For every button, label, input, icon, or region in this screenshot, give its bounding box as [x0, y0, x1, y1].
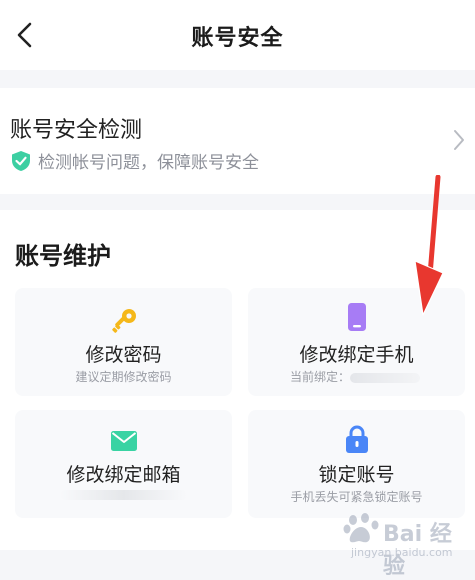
mail-icon — [110, 431, 137, 451]
page-title: 账号安全 — [191, 26, 284, 51]
masked-phone-number — [350, 372, 421, 383]
tile-subtitle: 手机丢失可紧急锁定账号 — [290, 490, 423, 504]
chevron-right-icon — [454, 130, 464, 150]
watermark: Bai 经验 jingyan.baidu.com — [343, 512, 463, 579]
lock-account-tile[interactable]: 锁定账号 手机丢失可紧急锁定账号 — [248, 410, 465, 518]
tile-label: 锁定账号 — [318, 464, 395, 486]
key-icon — [111, 309, 136, 333]
security-check-title: 账号安全检测 — [10, 118, 143, 143]
paw-logo-icon — [343, 513, 379, 543]
tile-subtitle-placeholder — [60, 490, 187, 500]
top-bar: 账号安全 — [0, 0, 475, 70]
tile-subtitle-row: 当前绑定： — [248, 368, 465, 385]
phone-icon — [347, 303, 366, 331]
tile-label: 修改绑定手机 — [299, 344, 414, 366]
tile-label: 修改绑定邮箱 — [66, 464, 181, 486]
change-email-tile[interactable]: 修改绑定邮箱 — [15, 410, 232, 518]
change-password-tile[interactable]: 修改密码 建议定期修改密码 — [15, 288, 232, 396]
security-check-subtitle-row: 检测帐号问题，保障账号安全 — [10, 148, 259, 173]
watermark-url: jingyan.baidu.com — [351, 546, 453, 559]
lock-icon — [345, 425, 368, 453]
tile-label: 修改密码 — [85, 344, 162, 366]
tile-subtitle: 建议定期修改密码 — [75, 370, 172, 384]
tile-subtitle: 当前绑定： — [290, 370, 351, 384]
shield-check-icon — [10, 150, 32, 172]
security-check-subtitle: 检测帐号问题，保障账号安全 — [38, 153, 259, 173]
section-title: 账号维护 — [15, 242, 111, 270]
annotation-arrow-icon — [414, 175, 444, 316]
